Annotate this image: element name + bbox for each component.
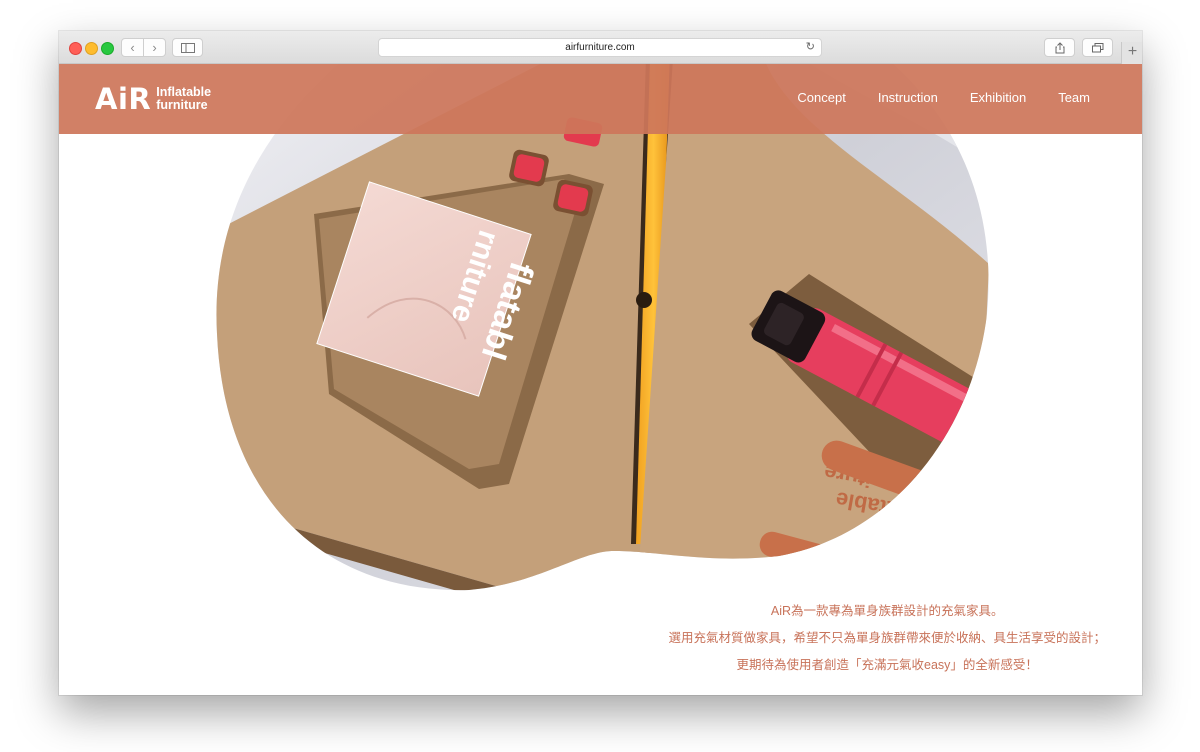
chevron-right-icon: ›	[152, 40, 157, 55]
tab-overview-button[interactable]	[1082, 38, 1113, 57]
plus-icon: +	[1127, 43, 1138, 60]
reload-icon[interactable]: ↻	[806, 39, 815, 56]
nav-team[interactable]: Team	[1058, 90, 1090, 105]
intro-line-1: AiR為一款專為單身族群設計的充氣家具。	[770, 604, 1004, 618]
main-nav: Concept Instruction Exhibition Team	[797, 90, 1090, 105]
browser-window: ‹ › airfurniture.com ↻ + flatabl rniture…	[59, 31, 1142, 695]
chevron-left-icon: ‹	[130, 40, 135, 55]
back-button[interactable]: ‹	[121, 38, 144, 57]
share-icon	[1055, 41, 1064, 53]
intro-line-3: 更期待為使用者創造「充滿元氣收easy」的全新感受！	[736, 658, 1038, 672]
site-header: AiR Inflatable furniture Concept Instruc…	[59, 64, 1142, 134]
new-tab-button[interactable]: +	[1121, 42, 1142, 64]
site-logo[interactable]: AiR Inflatable furniture	[95, 81, 211, 117]
intro-line-2: 選用充氣材質做家具，希望不只為單身族群帶來便於收納、具生活享受的設計；	[668, 631, 1106, 645]
address-bar[interactable]: airfurniture.com ↻	[378, 38, 822, 57]
logo-line-2: furniture	[156, 98, 208, 112]
close-window-button[interactable]	[69, 42, 82, 55]
minimize-window-button[interactable]	[85, 42, 98, 55]
browser-toolbar: ‹ › airfurniture.com ↻ +	[59, 31, 1142, 64]
nav-concept[interactable]: Concept	[797, 90, 845, 105]
nav-exhibition[interactable]: Exhibition	[970, 90, 1026, 105]
logo-mark: AiR	[95, 82, 152, 116]
forward-button[interactable]: ›	[143, 38, 166, 57]
sidebar-icon	[180, 42, 195, 53]
nav-instruction[interactable]: Instruction	[878, 90, 938, 105]
intro-text: AiR為一款專為單身族群設計的充氣家具。 選用充氣材質做家具，希望不只為單身族群…	[668, 598, 1106, 679]
sidebar-button[interactable]	[172, 38, 203, 57]
web-page: flatabl rniture flatable AiR Inflatable …	[59, 64, 1142, 695]
logo-text: Inflatable furniture	[156, 86, 211, 112]
zoom-window-button[interactable]	[101, 42, 114, 55]
share-button[interactable]	[1044, 38, 1075, 57]
tabs-icon	[1091, 42, 1103, 52]
url-text: airfurniture.com	[565, 42, 635, 53]
